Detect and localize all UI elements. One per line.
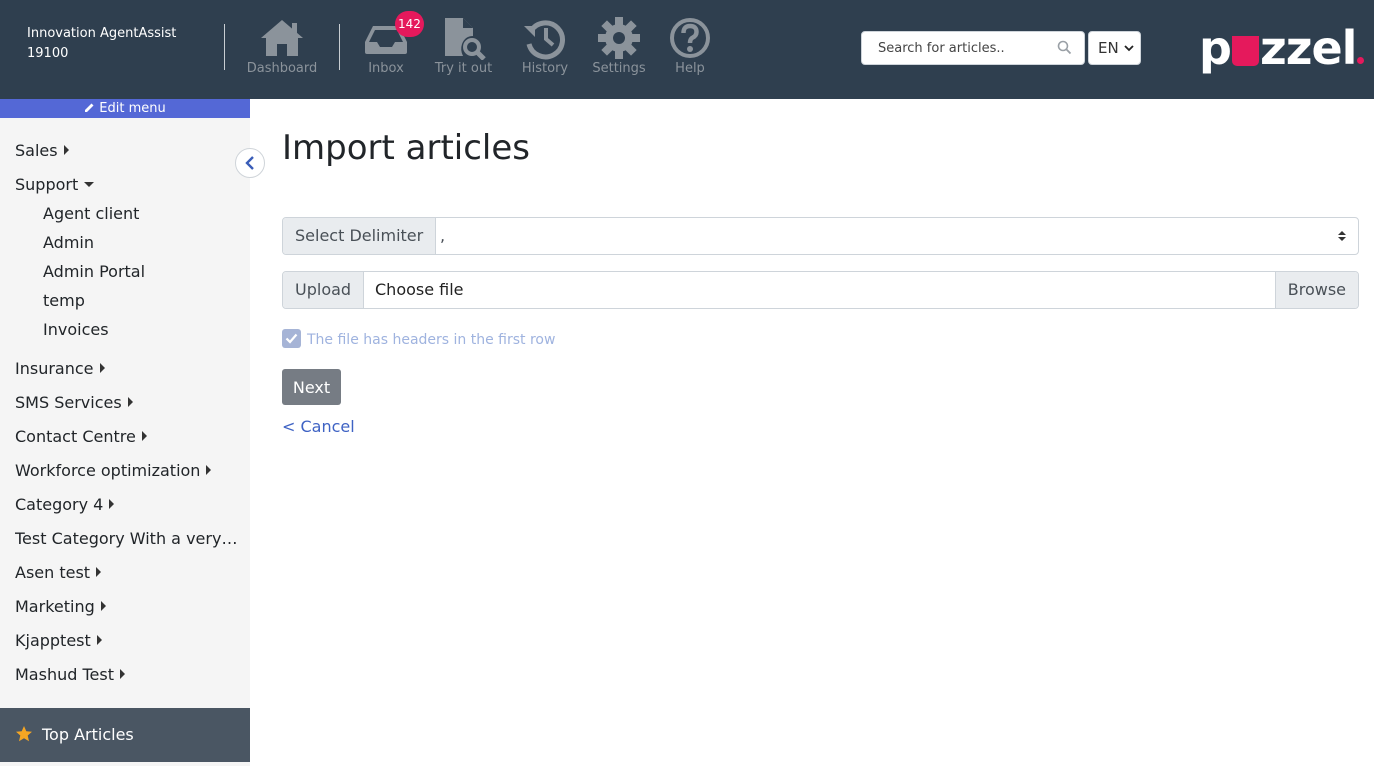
caret-right-icon bbox=[109, 499, 115, 509]
nav-dashboard[interactable]: Dashboard bbox=[246, 16, 318, 78]
sidebar-item-temp[interactable]: temp bbox=[43, 291, 85, 310]
nav-try-it-out[interactable]: Try it out bbox=[434, 16, 493, 78]
caret-right-icon bbox=[96, 635, 102, 645]
top-header: Innovation AgentAssist 19100 Dashboard 1… bbox=[0, 0, 1374, 99]
sidebar-category-sms-services[interactable]: SMS Services bbox=[15, 393, 133, 412]
sidebar: Edit menu Sales Support Agent client Adm… bbox=[0, 99, 265, 766]
category-label: Sales bbox=[15, 141, 58, 160]
sidebar-item-agent-client[interactable]: Agent client bbox=[43, 204, 139, 223]
headers-checkbox[interactable] bbox=[282, 328, 301, 348]
puzzel-logo: p zzel bbox=[1199, 21, 1365, 75]
cancel-link[interactable]: < Cancel bbox=[282, 417, 355, 436]
sidebar-category-workforce-optimization[interactable]: Workforce optimization bbox=[15, 461, 212, 480]
search-box bbox=[861, 31, 1085, 65]
caret-right-icon bbox=[99, 363, 105, 373]
edit-menu-button[interactable]: Edit menu bbox=[0, 99, 250, 118]
logo-text-left: p bbox=[1199, 21, 1232, 75]
sidebar-category-marketing[interactable]: Marketing bbox=[15, 597, 106, 616]
header-divider bbox=[339, 24, 340, 70]
headers-checkbox-label: The file has headers in the first row bbox=[307, 332, 556, 348]
caret-right-icon bbox=[63, 145, 69, 155]
caret-down-icon bbox=[84, 182, 95, 187]
delimiter-label: Select Delimiter bbox=[283, 218, 437, 254]
help-icon bbox=[670, 18, 710, 58]
app-brand: Innovation AgentAssist 19100 bbox=[27, 24, 176, 64]
category-label: Marketing bbox=[15, 597, 95, 616]
checkmark-icon bbox=[285, 333, 298, 344]
sidebar-category-test-category[interactable]: Test Category With a very long name bbox=[15, 529, 240, 548]
logo-text-right: zzel bbox=[1259, 21, 1358, 75]
nav-inbox[interactable]: 142 Inbox bbox=[362, 11, 424, 78]
file-input[interactable]: Choose file bbox=[375, 272, 464, 308]
sidebar-category-sales[interactable]: Sales bbox=[15, 141, 69, 160]
page-title: Import articles bbox=[282, 128, 531, 168]
nav-label: History bbox=[521, 61, 569, 76]
app-name: Innovation AgentAssist bbox=[27, 26, 177, 41]
history-icon bbox=[524, 20, 565, 60]
delimiter-select[interactable]: Select Delimiter , bbox=[282, 217, 1359, 255]
sidebar-item-admin[interactable]: Admin bbox=[43, 233, 94, 252]
edit-menu-label: Edit menu bbox=[99, 101, 166, 116]
language-select[interactable]: EN bbox=[1088, 31, 1141, 65]
logo-dot bbox=[1357, 57, 1365, 64]
sidebar-category-asen-test[interactable]: Asen test bbox=[15, 563, 102, 582]
document-search-icon bbox=[444, 18, 486, 60]
category-label: Contact Centre bbox=[15, 427, 136, 446]
collapse-sidebar-button[interactable] bbox=[235, 148, 265, 178]
caret-right-icon bbox=[141, 431, 147, 441]
category-label: Kjapptest bbox=[15, 631, 91, 650]
upload-label: Upload bbox=[283, 272, 365, 308]
caret-right-icon bbox=[206, 465, 212, 475]
language-value: EN bbox=[1098, 39, 1119, 57]
inbox-count-badge: 142 bbox=[395, 11, 424, 37]
chevron-down-icon bbox=[1124, 45, 1134, 52]
delimiter-value: , bbox=[440, 226, 446, 245]
sidebar-item-admin-portal[interactable]: Admin Portal bbox=[43, 262, 145, 281]
nav-label: Settings bbox=[592, 61, 646, 76]
nav-label: Inbox bbox=[368, 61, 404, 76]
caret-right-icon bbox=[127, 397, 133, 407]
category-label: Workforce optimization bbox=[15, 461, 201, 480]
category-label: SMS Services bbox=[15, 393, 122, 412]
sidebar-category-mashud-test[interactable]: Mashud Test bbox=[15, 665, 125, 684]
category-label: Mashud Test bbox=[15, 665, 114, 684]
caret-right-icon bbox=[119, 669, 125, 679]
browse-button[interactable]: Browse bbox=[1274, 272, 1358, 308]
nav-label: Try it out bbox=[434, 61, 493, 76]
nav-help[interactable]: Help bbox=[668, 16, 712, 78]
category-label: Asen test bbox=[15, 563, 91, 582]
home-icon bbox=[261, 20, 303, 56]
nav-history[interactable]: History bbox=[521, 16, 569, 78]
search-icon[interactable] bbox=[1057, 40, 1072, 55]
header-divider bbox=[224, 24, 225, 70]
sidebar-category-support[interactable]: Support bbox=[15, 175, 95, 194]
category-label: Insurance bbox=[15, 359, 94, 378]
sidebar-item-invoices[interactable]: Invoices bbox=[43, 320, 109, 339]
sidebar-category-insurance[interactable]: Insurance bbox=[15, 359, 105, 378]
category-label: Category 4 bbox=[15, 495, 104, 514]
chevron-left-icon bbox=[245, 156, 254, 170]
top-articles-bar[interactable]: Top Articles bbox=[0, 708, 250, 762]
category-label: Support bbox=[15, 175, 79, 194]
nav-settings[interactable]: Settings bbox=[592, 16, 646, 78]
logo-u-mark bbox=[1231, 36, 1259, 66]
caret-right-icon bbox=[96, 567, 102, 577]
top-articles-label: Top Articles bbox=[42, 725, 134, 744]
nav-label: Help bbox=[675, 61, 705, 76]
pencil-icon bbox=[85, 103, 94, 112]
next-button[interactable]: Next bbox=[282, 369, 341, 405]
search-input[interactable] bbox=[862, 32, 1052, 64]
headers-checkbox-row: The file has headers in the first row bbox=[282, 328, 555, 348]
file-upload-group: Upload Choose file Browse bbox=[282, 271, 1359, 309]
nav-label: Dashboard bbox=[246, 61, 318, 76]
select-arrows-icon bbox=[1338, 231, 1346, 241]
sidebar-category-category-4[interactable]: Category 4 bbox=[15, 495, 115, 514]
app-id: 19100 bbox=[27, 46, 69, 61]
sidebar-category-kjapptest[interactable]: Kjapptest bbox=[15, 631, 102, 650]
gear-icon bbox=[598, 17, 640, 59]
sidebar-category-contact-centre[interactable]: Contact Centre bbox=[15, 427, 147, 446]
caret-right-icon bbox=[100, 601, 106, 611]
star-icon bbox=[16, 726, 32, 742]
